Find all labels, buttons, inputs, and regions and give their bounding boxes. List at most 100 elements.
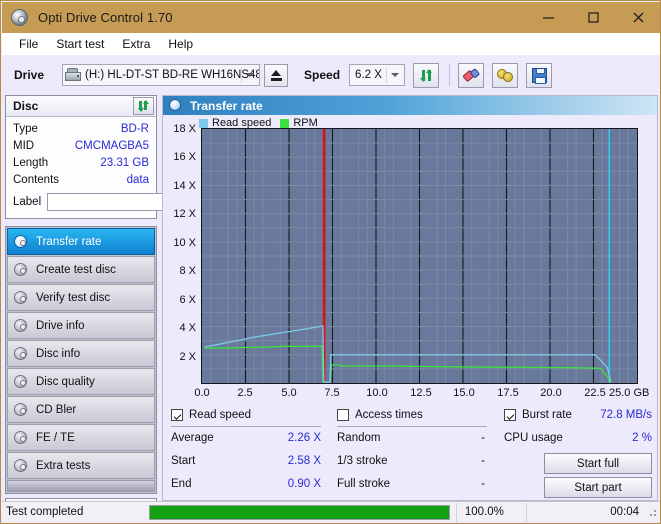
x-tick-2_5: 2.5 xyxy=(237,387,253,399)
window-title: Opti Drive Control 1.70 xyxy=(38,10,173,25)
disc-test-icon xyxy=(14,402,28,417)
eraser-icon xyxy=(460,64,483,86)
sidebar-item-label: Create test disc xyxy=(36,263,116,276)
erase-button[interactable] xyxy=(458,62,485,88)
x-tick-7_5: 7.5 xyxy=(324,387,340,399)
stat-key-start: Start xyxy=(171,455,196,467)
disc-refresh-button[interactable] xyxy=(133,97,154,115)
stat-key-end: End xyxy=(171,478,192,490)
menu-item-extra[interactable]: Extra xyxy=(113,35,159,53)
burst-rate-checkbox-row[interactable]: Burst rate 72.8 MB/s xyxy=(504,406,652,423)
start-full-button[interactable]: Start full xyxy=(544,453,652,474)
x-tick-15: 15.0 xyxy=(453,387,475,399)
stat-row-random: Random - xyxy=(337,427,487,450)
menu-item-start-test[interactable]: Start test xyxy=(47,35,113,53)
bitsetting-button[interactable] xyxy=(492,62,519,88)
progress-percent: 100.0% xyxy=(455,502,526,522)
x-tick-0: 0.0 xyxy=(194,387,210,399)
read-speed-checkbox[interactable] xyxy=(171,408,183,421)
read-speed-label: Read speed xyxy=(189,408,252,421)
status-message: Test completed xyxy=(6,506,84,518)
disc-row-length-value: 23.31 GB xyxy=(100,157,149,169)
chevron-down-icon xyxy=(391,73,400,77)
transfer-rate-chart: Read speed RPM 18 X 16 X 14 X 12 X 10 X … xyxy=(163,115,657,405)
resize-grip[interactable] xyxy=(645,505,659,519)
burst-rate-label: Burst rate xyxy=(522,408,572,421)
transfer-rate-panel: Transfer rate Read speed RPM 18 X 16 X 1… xyxy=(162,95,658,501)
disc-row-length-key: Length xyxy=(13,157,49,169)
access-times-checkbox-row[interactable]: Access times xyxy=(337,406,487,423)
sidebar-item-drive-info[interactable]: Drive info xyxy=(7,312,155,339)
speed-select-value: 6.2 X xyxy=(355,69,382,81)
x-tick-25: 25.0 GB xyxy=(609,387,650,399)
stat-value-cpu-usage: 2 % xyxy=(632,432,652,444)
x-tick-17_5: 17.5 xyxy=(497,387,519,399)
minimize-button[interactable] xyxy=(526,2,571,33)
eject-icon xyxy=(270,69,282,81)
drive-toolbar: Drive (H:) HL-DT-ST BD-RE WH16NS48 1.D3 … xyxy=(2,55,660,95)
sidebar-item-transfer-rate[interactable]: Transfer rate xyxy=(7,228,155,255)
access-times-label: Access times xyxy=(355,408,423,421)
progress-bar xyxy=(149,504,450,520)
stat-row-start: Start 2.58 X xyxy=(171,450,321,473)
drive-select-value: (H:) HL-DT-ST BD-RE WH16NS48 1.D3 xyxy=(85,69,260,81)
stat-row-full-stroke: Full stroke - xyxy=(337,473,487,496)
sidebar-item-create-test-disc[interactable]: Create test disc xyxy=(7,256,155,283)
legend-swatch-rpm xyxy=(280,118,290,128)
disc-info-panel: Disc Type BD-R MID CMCMAGBA5 Length 23.3… xyxy=(5,95,250,219)
stats-area: Read speed Average 2.26 X Start 2.58 X E… xyxy=(163,406,657,500)
menu-item-file[interactable]: File xyxy=(10,35,47,53)
title-bar: Opti Drive Control 1.70 xyxy=(2,2,660,33)
burst-rate-value: 72.8 MB/s xyxy=(600,408,652,421)
read-speed-checkbox-row[interactable]: Read speed xyxy=(171,406,321,423)
drive-icon xyxy=(65,68,82,82)
left-panel: Disc Type BD-R MID CMCMAGBA5 Length 23.3… xyxy=(5,95,250,519)
panel-title: Transfer rate xyxy=(190,98,263,113)
refresh-drive-button[interactable] xyxy=(413,62,440,88)
burst-rate-checkbox[interactable] xyxy=(504,408,516,421)
drive-select[interactable]: (H:) HL-DT-ST BD-RE WH16NS48 1.D3 xyxy=(62,64,261,86)
x-tick-12_5: 12.5 xyxy=(410,387,432,399)
stat-row-average: Average 2.26 X xyxy=(171,427,321,450)
disc-test-icon xyxy=(14,346,28,361)
sidebar-item-disc-quality[interactable]: Disc quality xyxy=(7,368,155,395)
stat-row-cpu-usage: CPU usage 2 % xyxy=(504,427,652,450)
close-button[interactable] xyxy=(616,2,660,33)
legend-swatch-read-speed xyxy=(199,118,208,128)
disc-panel-header: Disc xyxy=(6,96,156,117)
disc-label-key: Label xyxy=(13,196,42,208)
disc-row-contents-value: data xyxy=(126,174,149,186)
disc-test-icon xyxy=(14,458,28,473)
stat-value-average: 2.26 X xyxy=(287,432,321,444)
sidebar-item-label: CD Bler xyxy=(36,403,77,416)
stat-value-full-stroke: - xyxy=(481,478,485,490)
sidebar-item-fe-te[interactable]: FE / TE xyxy=(7,424,155,451)
sidebar-item-cd-bler[interactable]: CD Bler xyxy=(7,396,155,423)
stat-value-third-stroke: - xyxy=(481,455,485,467)
sidebar-item-label: Verify test disc xyxy=(36,291,111,304)
progress-fill xyxy=(150,505,449,519)
y-tick-16: 16 X xyxy=(173,151,196,163)
sidebar-item-extra-tests[interactable]: Extra tests xyxy=(7,452,155,479)
disc-row-type-value: BD-R xyxy=(120,123,149,135)
save-button[interactable] xyxy=(526,62,553,88)
x-tick-20: 20.0 xyxy=(540,387,562,399)
plot-area xyxy=(201,128,638,384)
sidebar-item-disc-info[interactable]: Disc info xyxy=(7,340,155,367)
x-tick-5: 5.0 xyxy=(281,387,297,399)
stat-value-random: - xyxy=(481,432,485,444)
menu-bar: File Start test Extra Help xyxy=(2,33,660,55)
access-times-checkbox[interactable] xyxy=(337,408,349,421)
disc-test-icon xyxy=(14,290,28,305)
speed-select[interactable]: 6.2 X xyxy=(349,64,406,86)
maximize-button[interactable] xyxy=(571,2,616,33)
start-part-button[interactable]: Start part xyxy=(544,477,652,498)
sidebar-item-label: Transfer rate xyxy=(36,235,102,248)
disc-test-icon xyxy=(14,262,28,277)
menu-item-help[interactable]: Help xyxy=(159,35,202,53)
sidebar-item-verify-test-disc[interactable]: Verify test disc xyxy=(7,284,155,311)
toolbar-divider xyxy=(449,64,451,86)
eject-button[interactable] xyxy=(264,63,289,87)
chevron-down-icon xyxy=(246,73,255,77)
app-disc-icon xyxy=(10,8,30,28)
